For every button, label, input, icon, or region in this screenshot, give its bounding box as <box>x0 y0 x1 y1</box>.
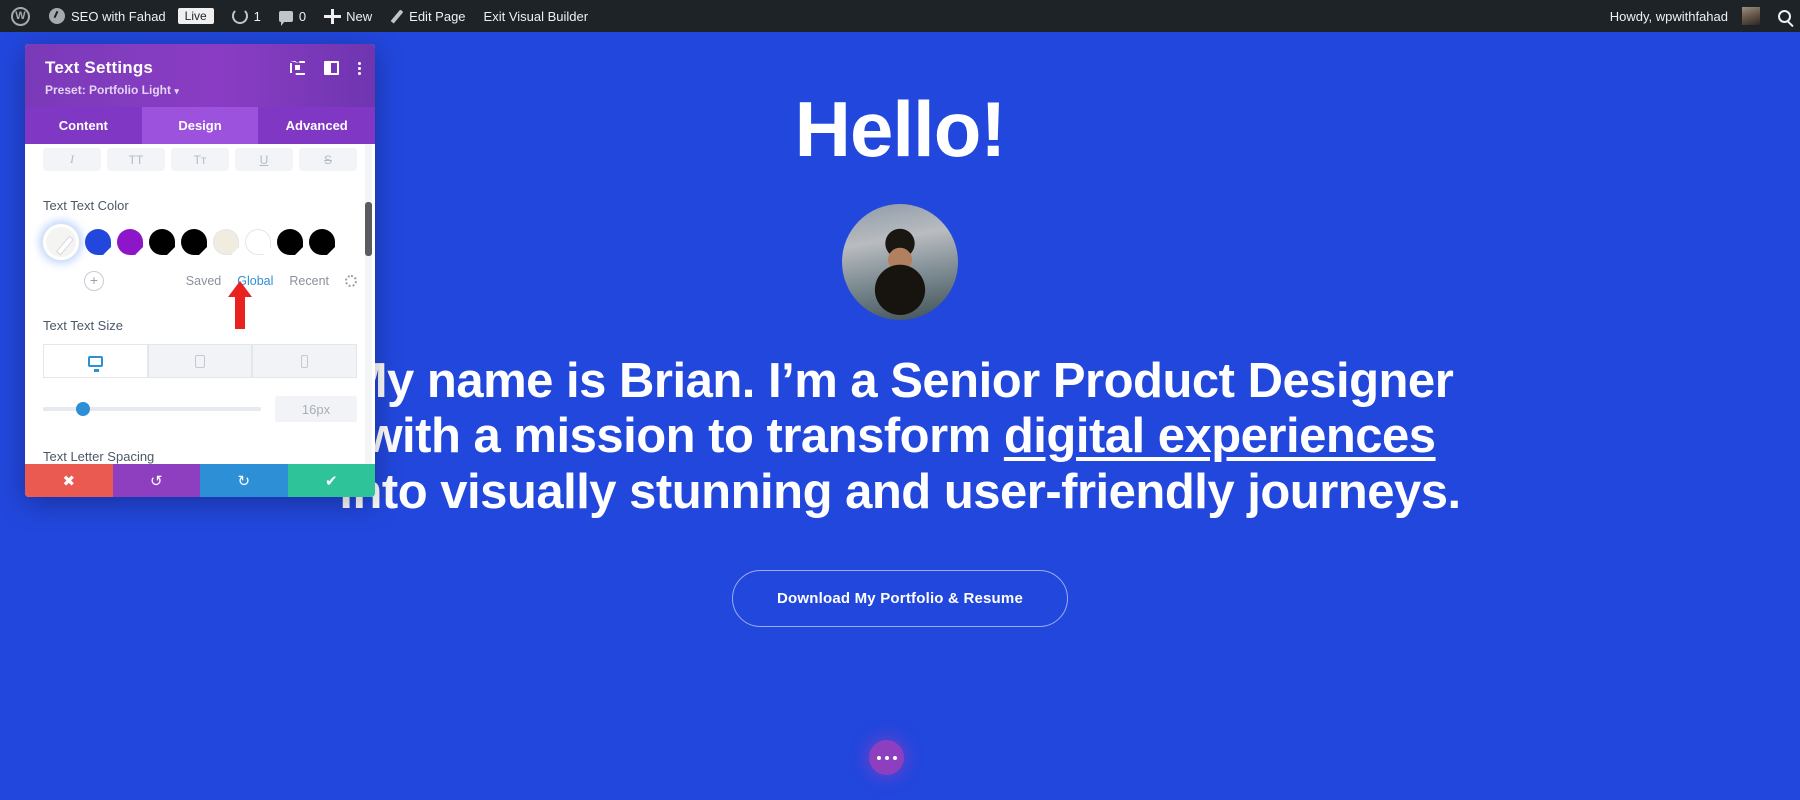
tab-design[interactable]: Design <box>141 107 259 144</box>
eyedropper-icon[interactable] <box>43 224 79 260</box>
scrollbar-thumb[interactable] <box>365 202 372 256</box>
wp-admin-bar: SEO with Fahad Live 1 0 New Edit Page Ex… <box>0 0 1800 32</box>
dot-icon <box>358 61 361 65</box>
paragraph-link[interactable]: digital experiences <box>1004 409 1436 463</box>
color-swatch-row <box>43 224 357 260</box>
more-options-icon[interactable] <box>358 61 361 75</box>
letter-spacing-label: Text Letter Spacing <box>43 449 155 464</box>
comment-icon <box>278 10 293 26</box>
palette-tab-saved[interactable]: Saved <box>186 274 221 288</box>
preset-selector[interactable]: Preset: Portfolio Light ▾ <box>45 83 355 97</box>
color-swatch-black-1[interactable] <box>149 229 175 255</box>
dot-icon <box>358 71 361 75</box>
comments-count: 0 <box>298 8 307 24</box>
text-size-control: 16px <box>43 396 357 422</box>
device-tab-tablet[interactable] <box>147 344 253 378</box>
updates-count: 1 <box>253 8 261 24</box>
text-format-buttons: I TT Tᴛ U S <box>43 144 357 171</box>
palette-tab-recent[interactable]: Recent <box>289 274 329 288</box>
focus-icon[interactable] <box>290 61 305 75</box>
dot-icon <box>892 755 897 760</box>
text-settings-modal: Text Settings Preset: Portfolio Light ▾ … <box>25 44 375 497</box>
italic-button[interactable]: I <box>43 148 101 171</box>
tab-content[interactable]: Content <box>25 107 142 144</box>
admin-bar-right: Howdy, wpwithfahad <box>1601 0 1800 32</box>
admin-bar-live[interactable]: Live <box>175 0 223 32</box>
pencil-icon <box>390 10 403 23</box>
admin-bar-search[interactable] <box>1769 0 1800 32</box>
slider-handle[interactable] <box>75 402 90 416</box>
text-size-input[interactable]: 16px <box>275 396 357 422</box>
plus-icon <box>324 8 342 24</box>
modal-header-actions <box>290 61 361 75</box>
wp-logo-menu[interactable] <box>0 0 40 32</box>
modal-tabs: Content Design Advanced <box>25 107 375 144</box>
text-size-slider[interactable] <box>43 402 261 416</box>
palette-controls: + Saved Global Recent <box>43 271 357 291</box>
phone-icon <box>301 354 309 368</box>
search-icon <box>1778 9 1791 23</box>
dot-icon <box>876 755 881 760</box>
live-badge: Live <box>177 8 214 24</box>
text-color-label: Text Text Color <box>43 198 129 213</box>
color-swatch-black-2[interactable] <box>181 229 207 255</box>
capitalize-button[interactable]: Tᴛ <box>171 148 229 171</box>
site-name-label: SEO with Fahad <box>71 8 166 24</box>
profile-avatar <box>842 204 958 320</box>
admin-bar-my-account[interactable]: Howdy, wpwithfahad <box>1601 0 1769 32</box>
new-label: New <box>346 8 373 24</box>
color-swatch-blue[interactable] <box>85 229 111 255</box>
uppercase-button[interactable]: TT <box>107 148 165 171</box>
modal-footer: ✖ ↺ ↻ ✔ <box>25 464 375 497</box>
paragraph-text-after: into visually stunning and user-friendly… <box>339 464 1461 519</box>
panel-layout-icon[interactable] <box>324 61 339 75</box>
updates-icon <box>231 8 248 24</box>
hero-paragraph: My name is Brian. I’m a Senior Product D… <box>320 354 1480 520</box>
color-swatch-black-4[interactable] <box>309 229 335 255</box>
text-size-label: Text Text Size <box>43 318 123 333</box>
dot-icon <box>358 66 361 70</box>
admin-bar-edit-page[interactable]: Edit Page <box>381 0 474 32</box>
add-color-button[interactable]: + <box>84 271 104 291</box>
color-swatch-cream[interactable] <box>213 229 239 255</box>
wordpress-logo-icon <box>11 6 30 26</box>
undo-button[interactable]: ↺ <box>112 464 200 497</box>
strikethrough-button[interactable]: S <box>299 148 357 171</box>
tab-advanced[interactable]: Advanced <box>258 107 375 144</box>
admin-bar-new[interactable]: New <box>315 0 381 32</box>
gear-icon[interactable] <box>345 275 357 287</box>
dot-icon <box>884 755 889 760</box>
annotation-arrow <box>228 281 252 329</box>
cancel-button[interactable]: ✖ <box>25 464 113 497</box>
device-tab-phone[interactable] <box>252 344 358 378</box>
scrollbar-track[interactable] <box>365 144 372 464</box>
chevron-down-icon: ▾ <box>174 86 179 96</box>
admin-bar-exit-visual-builder[interactable]: Exit Visual Builder <box>475 0 598 32</box>
edit-page-label: Edit Page <box>409 8 466 24</box>
color-swatch-black-3[interactable] <box>277 229 303 255</box>
save-button[interactable]: ✔ <box>287 464 375 497</box>
admin-bar-comments[interactable]: 0 <box>270 0 315 32</box>
device-tab-desktop[interactable] <box>43 344 148 378</box>
color-swatch-purple[interactable] <box>117 229 143 255</box>
preset-label: Preset: Portfolio Light <box>45 83 171 97</box>
color-swatch-white[interactable] <box>245 229 271 255</box>
admin-bar-updates[interactable]: 1 <box>223 0 270 32</box>
download-portfolio-button[interactable]: Download My Portfolio & Resume <box>731 570 1068 628</box>
admin-bar-site-name[interactable]: SEO with Fahad <box>40 0 175 32</box>
dashboard-icon <box>49 8 65 24</box>
monitor-icon <box>87 355 103 372</box>
howdy-label: Howdy, wpwithfahad <box>1609 8 1728 24</box>
redo-button[interactable]: ↻ <box>200 464 288 497</box>
exit-builder-label: Exit Visual Builder <box>483 8 589 24</box>
palette-tabs: Saved Global Recent <box>186 274 357 288</box>
tablet-icon <box>195 354 205 368</box>
avatar <box>1742 7 1760 25</box>
modal-header: Text Settings Preset: Portfolio Light ▾ <box>25 44 375 107</box>
underline-button[interactable]: U <box>235 148 293 171</box>
responsive-device-tabs <box>43 344 358 378</box>
floating-more-options-button[interactable] <box>869 740 904 775</box>
modal-body: I TT Tᴛ U S Text Text Color + Saved Glob… <box>25 144 375 464</box>
